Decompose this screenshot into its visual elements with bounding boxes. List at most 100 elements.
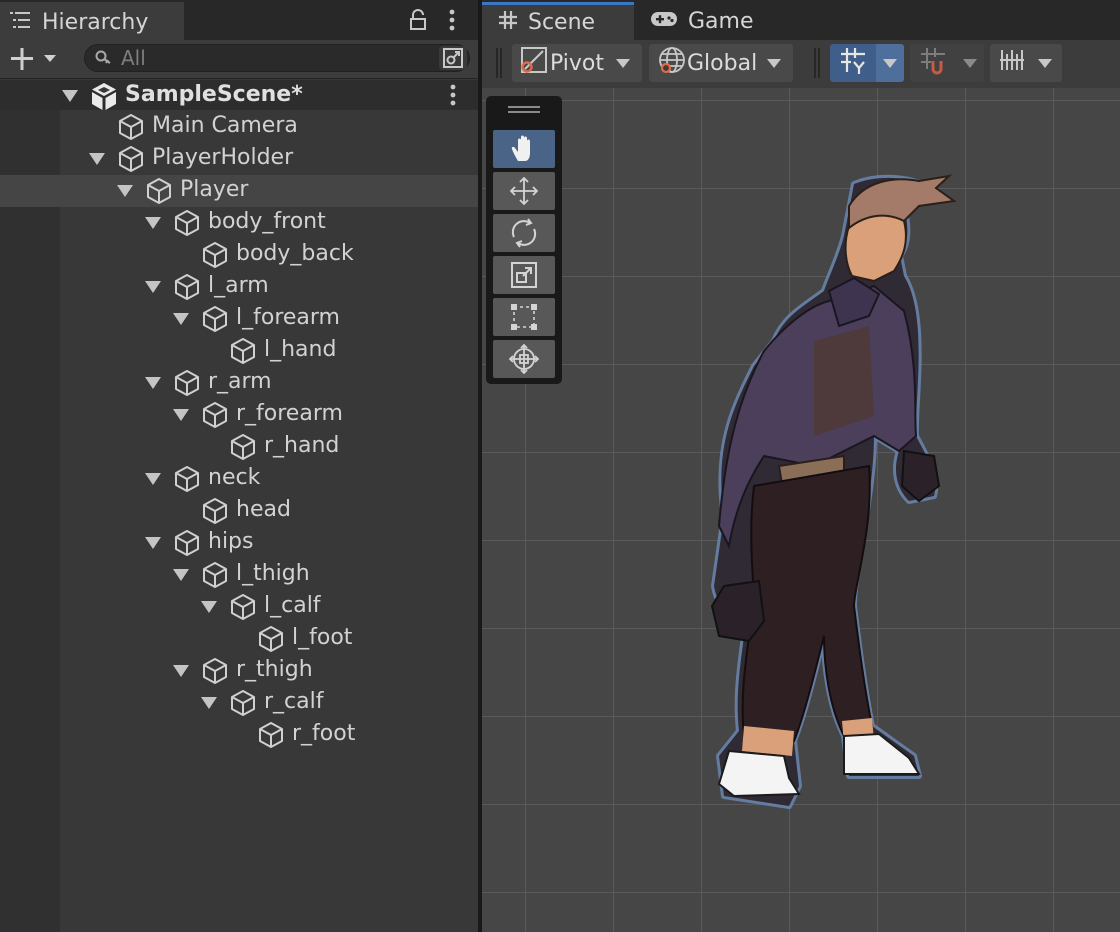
tree-row[interactable]: body_back — [0, 239, 478, 271]
unity-scene-icon — [89, 81, 119, 111]
hierarchy-tree: SampleScene* Main Camera PlayerHolder Playe… — [0, 79, 478, 932]
tree-row[interactable]: Main Camera — [0, 111, 478, 143]
tree-row-label: l_calf — [264, 593, 321, 618]
tab-hierarchy[interactable]: Hierarchy — [0, 2, 184, 40]
tree-row-label: r_arm — [208, 369, 272, 394]
expand-triangle-icon[interactable] — [173, 409, 189, 421]
overlay-grip[interactable] — [508, 106, 540, 108]
tree-row[interactable]: r_hand — [0, 431, 478, 463]
hierarchy-toolbar: All — [0, 40, 478, 79]
tree-row[interactable]: neck — [0, 463, 478, 495]
gamepad-icon — [650, 9, 678, 34]
tree-row[interactable]: r_foot — [0, 719, 478, 751]
expand-triangle-icon[interactable] — [62, 90, 78, 102]
tree-row[interactable]: l_foot — [0, 623, 478, 655]
tree-row[interactable]: l_forearm — [0, 303, 478, 335]
search-in-scene-icon[interactable] — [439, 46, 467, 70]
kebab-menu-icon[interactable] — [440, 6, 464, 34]
tree-row[interactable]: Player — [0, 175, 478, 207]
scale-tool-icon[interactable] — [493, 256, 555, 294]
expand-triangle-icon[interactable] — [173, 569, 189, 581]
toolbar-grip[interactable] — [496, 48, 498, 78]
tree-row[interactable]: PlayerHolder — [0, 143, 478, 175]
tree-row-label: hips — [208, 529, 254, 554]
ruler-dropdown[interactable] — [990, 44, 1062, 82]
transform-tool-icon[interactable] — [493, 340, 555, 378]
gameobject-cube-icon — [172, 528, 202, 558]
tab-game[interactable]: Game — [650, 2, 754, 40]
hand-tool-icon[interactable] — [493, 130, 555, 168]
expand-triangle-icon[interactable] — [145, 281, 161, 293]
tree-row-label: r_forearm — [236, 401, 343, 426]
tree-row[interactable]: l_thigh — [0, 559, 478, 591]
gameobject-cube-icon — [172, 208, 202, 238]
chevron-down-icon[interactable] — [876, 44, 904, 82]
tree-row-label: r_hand — [264, 433, 340, 458]
expand-triangle-icon[interactable] — [89, 153, 105, 165]
tree-row[interactable]: r_thigh — [0, 655, 478, 687]
gameobject-cube-icon — [200, 304, 230, 334]
lock-icon[interactable] — [404, 6, 432, 34]
tree-row[interactable]: hips — [0, 527, 478, 559]
search-input[interactable]: All — [84, 44, 470, 72]
tree-row-label: neck — [208, 465, 261, 490]
expand-triangle-icon[interactable] — [145, 377, 161, 389]
tree-row[interactable]: r_calf — [0, 687, 478, 719]
chevron-down-icon — [1038, 58, 1052, 68]
tree-row[interactable]: l_hand — [0, 335, 478, 367]
kebab-menu-icon[interactable] — [450, 84, 456, 110]
tools-overlay — [486, 96, 562, 384]
gameobject-cube-icon — [116, 144, 146, 174]
increment-snap-toggle[interactable] — [910, 44, 984, 82]
move-tool-icon[interactable] — [493, 172, 555, 210]
expand-triangle-icon[interactable] — [201, 697, 217, 709]
grid-snapping-toggle[interactable] — [830, 44, 904, 82]
tree-row-label: l_hand — [264, 337, 337, 362]
tree-row[interactable]: l_calf — [0, 591, 478, 623]
tree-row-label: head — [236, 497, 291, 522]
expand-triangle-icon[interactable] — [145, 537, 161, 549]
pivot-label: Pivot — [550, 50, 605, 76]
global-dropdown[interactable]: Global — [649, 44, 793, 82]
scene-viewport[interactable] — [482, 88, 1120, 932]
hierarchy-tabbar: Hierarchy — [0, 0, 478, 40]
tree-row[interactable]: body_front — [0, 207, 478, 239]
pivot-dropdown[interactable]: Pivot — [512, 44, 642, 82]
expand-triangle-icon[interactable] — [117, 185, 133, 197]
scene-row[interactable]: SampleScene* — [0, 80, 478, 110]
tree-row[interactable]: l_arm — [0, 271, 478, 303]
expand-triangle-icon[interactable] — [145, 473, 161, 485]
chevron-down-icon[interactable] — [956, 44, 984, 82]
expand-triangle-icon[interactable] — [173, 665, 189, 677]
grid-hash-icon — [498, 10, 518, 36]
gameobject-cube-icon — [172, 272, 202, 302]
toolbar-grip[interactable] — [814, 48, 816, 78]
gameobject-cube-icon — [200, 656, 230, 686]
search-placeholder: All — [121, 46, 146, 70]
scene-panel: Scene Game Pivot Global — [482, 0, 1120, 932]
search-icon — [95, 50, 113, 70]
chevron-down-icon — [767, 58, 782, 68]
rotate-tool-icon[interactable] — [493, 214, 555, 252]
player-sprite[interactable] — [704, 166, 976, 818]
add-object-button[interactable] — [6, 44, 62, 74]
tree-row-label: r_thigh — [236, 657, 313, 682]
gameobject-cube-icon — [228, 592, 258, 622]
rect-tool-icon[interactable] — [493, 298, 555, 336]
tab-scene[interactable]: Scene — [482, 2, 634, 40]
gameobject-cube-icon — [256, 720, 286, 750]
expand-triangle-icon[interactable] — [201, 601, 217, 613]
tree-row-label: Player — [180, 177, 249, 202]
expand-triangle-icon[interactable] — [173, 313, 189, 325]
gameobject-cube-icon — [228, 432, 258, 462]
tree-row-label: r_foot — [292, 721, 356, 746]
chevron-down-icon — [616, 58, 631, 68]
tree-row[interactable]: r_arm — [0, 367, 478, 399]
expand-triangle-icon[interactable] — [145, 217, 161, 229]
tree-row[interactable]: r_forearm — [0, 399, 478, 431]
tree-row[interactable]: head — [0, 495, 478, 527]
gameobject-cube-icon — [144, 176, 174, 206]
tree-row-label: body_back — [236, 241, 354, 266]
gameobject-cube-icon — [172, 368, 202, 398]
tree-row-label: PlayerHolder — [152, 145, 294, 170]
